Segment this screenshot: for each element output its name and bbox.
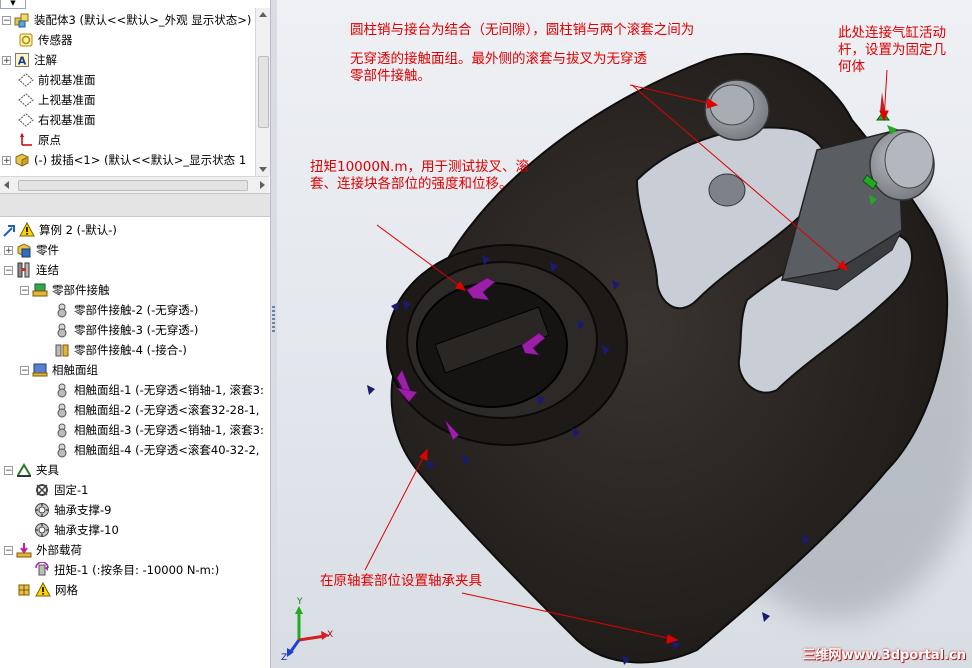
collapse-toggle[interactable]: − xyxy=(4,545,13,555)
tree-row-sensors[interactable]: 传感器 xyxy=(18,30,73,50)
study-arrow-icon xyxy=(3,225,15,237)
svg-text:A: A xyxy=(18,55,27,68)
annotation-contact-note-line-3: 零部件接触。 xyxy=(350,68,431,84)
panel-splitter[interactable] xyxy=(0,193,271,217)
triad-x-label: X xyxy=(327,630,334,640)
pin-middle xyxy=(708,173,746,207)
contact-set-folder-icon xyxy=(32,363,48,377)
scroll-left-arrow[interactable] xyxy=(4,181,9,189)
annotation-bearing-note: 在原轴套部位设置轴承夹具 xyxy=(320,573,482,589)
contact-icon xyxy=(57,443,67,458)
collapse-panel-grip[interactable] xyxy=(272,306,275,332)
tree-row-connections[interactable]: − 连结 xyxy=(4,260,59,280)
scroll-up-arrow[interactable] xyxy=(259,12,267,17)
tree-row-bearing-10[interactable]: 轴承支撑-10 xyxy=(34,520,119,540)
expand-toggle[interactable]: + xyxy=(2,155,11,165)
tree-row-component-contact[interactable]: − 零部件接触 xyxy=(20,280,110,300)
tree-row-assembly[interactable]: − 装配体3 (默认<<默认>_外观 显示状态>) xyxy=(2,10,251,30)
contact-icon xyxy=(57,303,67,318)
sensor-icon xyxy=(19,33,33,47)
tree-row-part[interactable]: + (-) 拔插<1> (默认<<默认>_显示状态 1 xyxy=(2,150,246,170)
graphics-viewport[interactable]: Y X Z 圆柱销与接台为结合（无间隙），圆柱销与两个滚套之间为 无穿透的接触面… xyxy=(277,0,972,668)
feature-tree: − 装配体3 (默认<<默认>_外观 显示状态>) 传感器 + A 注解 前视基… xyxy=(0,8,255,176)
contact-icon xyxy=(57,423,67,438)
tree-row-right-plane[interactable]: 右视基准面 xyxy=(18,110,96,130)
annotation-icon: A xyxy=(15,53,29,68)
scroll-down-arrow[interactable] xyxy=(259,167,267,172)
tree-row-contact-sets[interactable]: − 相触面组 xyxy=(20,360,98,380)
tree-row-annotations[interactable]: + A 注解 xyxy=(2,50,57,70)
triad-y-label: Y xyxy=(297,597,303,607)
simulation-study-tree: 算例 2 (-默认-) + 零件 − 连结 − 零部件接触 零部件接触-2 (-… xyxy=(0,218,271,668)
parts-icon xyxy=(17,243,31,258)
bearing-icon xyxy=(35,523,49,537)
tree-row-mesh[interactable]: 网格 xyxy=(18,580,78,600)
tree-horizontal-scrollbar[interactable] xyxy=(0,176,269,193)
collapse-toggle[interactable]: − xyxy=(2,15,11,25)
annotation-torque-note-line-2: 套、连接块各部位的强度和位移。 xyxy=(310,176,513,192)
contact-icon xyxy=(57,383,67,398)
component-contact-icon xyxy=(32,283,48,297)
coordinate-triad xyxy=(287,606,329,657)
tree-row-external-loads[interactable]: − 外部载荷 xyxy=(4,540,82,560)
panel-resize-divider[interactable] xyxy=(270,0,277,668)
assembly-icon xyxy=(14,13,29,28)
tree-row-set-2[interactable]: 相触面组-2 (-无穿透<滚套32-28-1, xyxy=(54,400,259,420)
tree-row-contact-4[interactable]: 零部件接触-4 (-接合-) xyxy=(54,340,187,360)
torque-icon xyxy=(35,562,49,576)
collapse-toggle[interactable]: − xyxy=(4,265,13,275)
tree-row-fixed-1[interactable]: 固定-1 xyxy=(34,480,88,500)
mesh-warning-icon xyxy=(35,582,51,597)
tree-row-torque-1[interactable]: 扭矩-1 (:按条目: -10000 N-m:) xyxy=(34,560,219,580)
loads-icon xyxy=(16,543,32,558)
contact-icon xyxy=(57,323,67,338)
annotation-contact-note-line-1: 圆柱销与接台为结合（无间隙），圆柱销与两个滚套之间为 xyxy=(350,22,695,38)
tree-row-set-1[interactable]: 相触面组-1 (-无穿透<销轴-1, 滚套3: xyxy=(54,380,264,400)
bearing-icon xyxy=(35,503,49,517)
tree-row-set-3[interactable]: 相触面组-3 (-无穿透<销轴-1, 滚套3: xyxy=(54,420,264,440)
tree-row-top-plane[interactable]: 上视基准面 xyxy=(18,90,96,110)
study-warning-icon xyxy=(19,222,35,237)
tree-row-contact-3[interactable]: 零部件接触-3 (-无穿透-) xyxy=(54,320,198,340)
feature-manager-panel: ▼ − 装配体3 (默认<<默认>_外观 显示状态>) 传感器 + A 注解 前… xyxy=(0,0,271,668)
fixed-icon xyxy=(36,484,48,496)
scroll-thumb[interactable] xyxy=(258,56,269,128)
expand-toggle[interactable]: + xyxy=(4,245,13,255)
tree-row-front-plane[interactable]: 前视基准面 xyxy=(18,70,96,90)
plane-icon xyxy=(18,113,34,127)
tree-row-contact-2[interactable]: 零部件接触-2 (-无穿透-) xyxy=(54,300,198,320)
scroll-right-arrow[interactable] xyxy=(260,181,265,189)
contact-icon xyxy=(57,403,67,418)
mesh-icon xyxy=(18,584,30,596)
plane-icon xyxy=(18,73,34,87)
origin-icon xyxy=(20,133,32,146)
fixtures-icon xyxy=(17,463,31,477)
tree-row-parts[interactable]: + 零件 xyxy=(4,240,59,260)
scroll-thumb[interactable] xyxy=(18,180,248,191)
tree-vertical-scrollbar[interactable] xyxy=(255,8,270,176)
part-icon xyxy=(15,153,29,167)
annotation-fixed-note-line-3: 何体 xyxy=(838,59,865,75)
tree-row-bearing-9[interactable]: 轴承支撑-9 xyxy=(34,500,111,520)
pin-face-right xyxy=(884,131,934,189)
connections-icon xyxy=(17,262,30,278)
triad-z-label: Z xyxy=(281,653,288,663)
collapse-toggle[interactable]: − xyxy=(4,465,13,475)
tree-row-set-4[interactable]: 相触面组-4 (-无穿透<滚套40-32-2, xyxy=(54,440,259,460)
expand-toggle[interactable]: + xyxy=(2,55,11,65)
bonded-icon xyxy=(55,344,69,357)
collapse-toggle[interactable]: − xyxy=(20,285,29,295)
plane-icon xyxy=(18,93,34,107)
tree-row-study[interactable]: 算例 2 (-默认-) xyxy=(2,220,117,240)
watermark: 三维网www.3dportal.cn xyxy=(802,648,966,663)
tree-row-fixtures[interactable]: − 夹具 xyxy=(4,460,59,480)
collapse-toggle[interactable]: − xyxy=(20,365,29,375)
model-render xyxy=(287,53,972,665)
tree-row-origin[interactable]: 原点 xyxy=(18,130,61,150)
